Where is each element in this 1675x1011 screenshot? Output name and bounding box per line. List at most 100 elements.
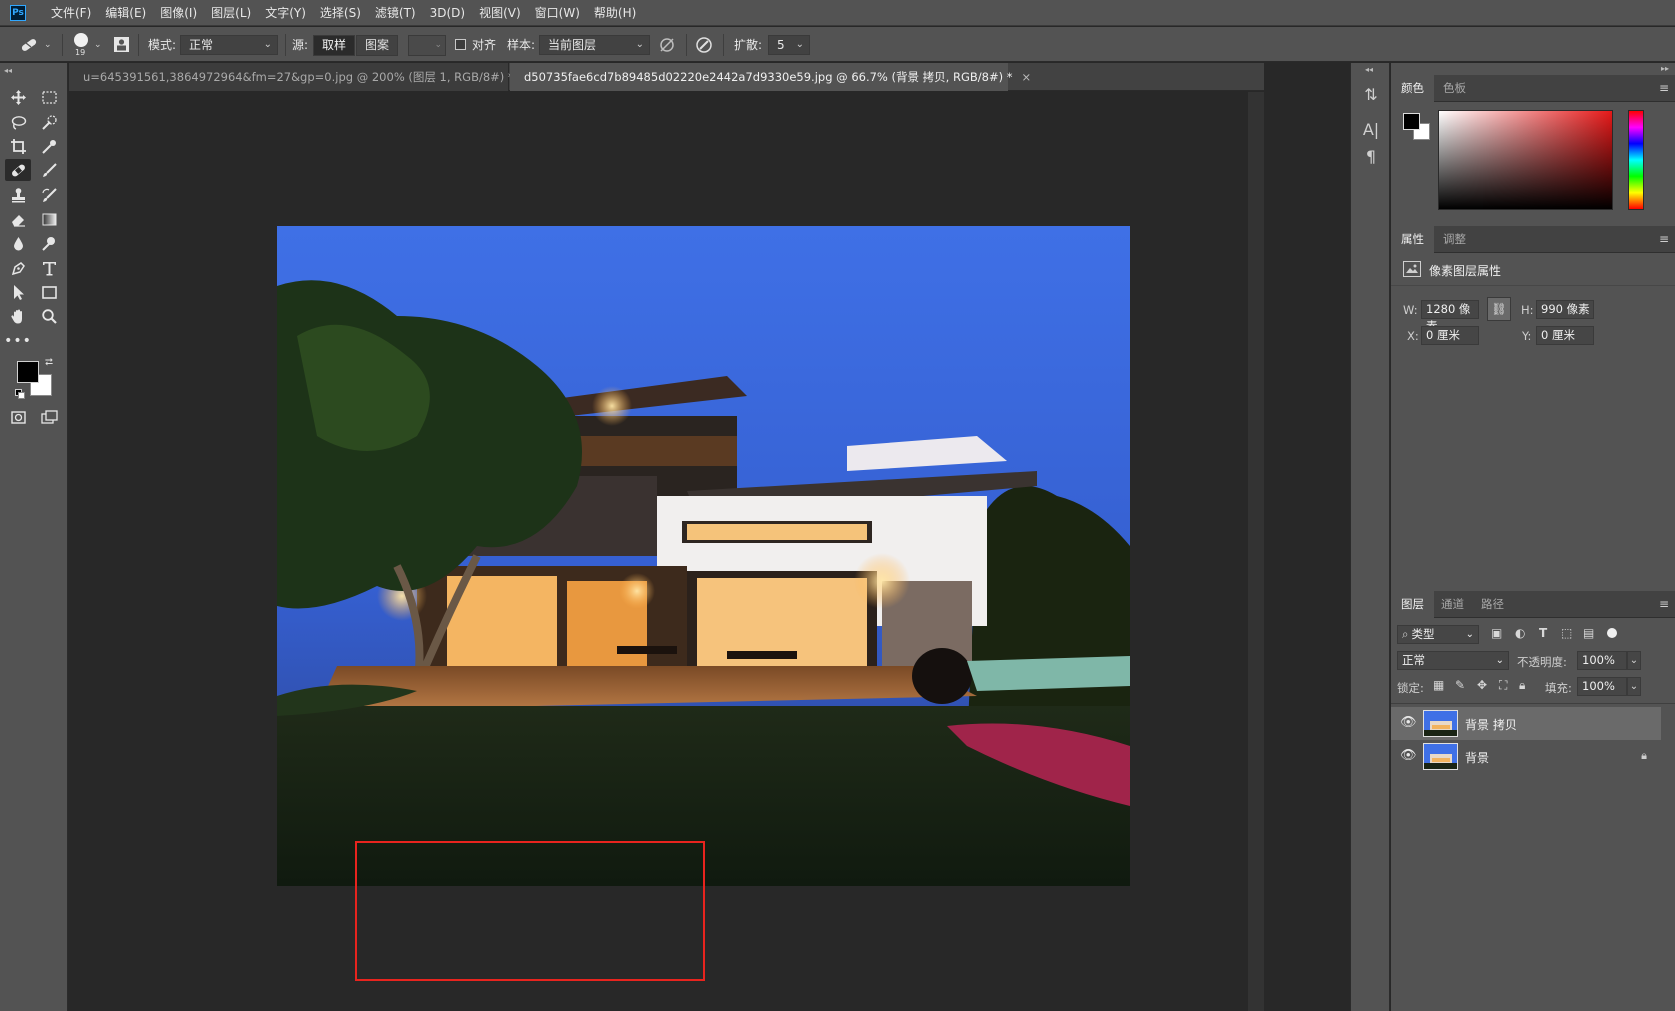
collapse-icon[interactable]: ◂◂	[1365, 65, 1373, 74]
expand-icon[interactable]: ▸▸	[1661, 64, 1669, 73]
filter-shape-icon[interactable]: ⬚	[1561, 626, 1572, 640]
width-field[interactable]: 1280 像素	[1421, 300, 1479, 333]
vertical-scrollbar[interactable]	[1248, 92, 1264, 1011]
document-image[interactable]	[277, 226, 1130, 886]
eye-icon[interactable]: 👁︎	[1400, 748, 1417, 763]
x-field[interactable]: 0 厘米	[1421, 326, 1479, 345]
lock-all-icon[interactable]: 🔒︎	[1519, 678, 1525, 693]
tab-properties[interactable]: 属性	[1391, 226, 1434, 253]
quick-mask-button[interactable]	[5, 406, 31, 428]
foreground-color-swatch[interactable]	[17, 361, 39, 383]
lock-paint-icon[interactable]: ✎	[1455, 678, 1465, 692]
quick-selection-tool[interactable]	[36, 111, 62, 133]
menu-layer[interactable]: 图层(L)	[204, 0, 258, 26]
eye-icon[interactable]: 👁︎	[1400, 715, 1417, 730]
height-field[interactable]: 990 像素	[1536, 300, 1594, 319]
y-field[interactable]: 0 厘米	[1536, 326, 1594, 345]
dodge-tool[interactable]	[36, 232, 62, 254]
menu-type[interactable]: 文字(Y)	[258, 0, 313, 26]
menu-view[interactable]: 视图(V)	[472, 0, 528, 26]
blur-tool[interactable]	[5, 232, 31, 254]
menu-select[interactable]: 选择(S)	[313, 0, 368, 26]
layer-row-background[interactable]: 👁︎ 背景 🔒︎	[1391, 740, 1661, 773]
menu-filter[interactable]: 滤镜(T)	[368, 0, 423, 26]
ignore-adjustment-layers-button[interactable]	[659, 27, 675, 62]
canvas-area[interactable]	[69, 92, 1264, 1011]
clone-source-panel-button[interactable]	[113, 27, 130, 62]
tab-swatches[interactable]: 色板	[1433, 75, 1476, 102]
panel-menu-icon[interactable]: ≡	[1659, 81, 1669, 95]
close-icon[interactable]: ×	[1021, 70, 1031, 84]
edit-toolbar-button[interactable]: •••	[4, 330, 31, 352]
opacity-field[interactable]: 100%	[1577, 651, 1627, 670]
collapse-icon[interactable]: ◂◂	[4, 66, 12, 75]
blend-mode-dropdown[interactable]: 正常 ⌄	[1397, 651, 1509, 670]
chevron-down-icon[interactable]: ⌄	[1627, 651, 1641, 670]
brush-tool[interactable]	[36, 159, 62, 181]
history-panel-icon[interactable]: ⇅	[1361, 85, 1381, 105]
layer-filter-dropdown[interactable]: ⌕ 类型 ⌄	[1397, 625, 1479, 644]
mode-dropdown[interactable]: 正常 ⌄	[180, 35, 278, 55]
filter-smart-object-icon[interactable]: ▤	[1583, 626, 1594, 640]
layer-row-background-copy[interactable]: 👁︎ 背景 拷贝	[1391, 707, 1661, 740]
color-picker-field[interactable]	[1438, 110, 1613, 210]
sample-dropdown[interactable]: 当前图层 ⌄	[539, 35, 650, 55]
default-colors-icon[interactable]	[15, 389, 25, 399]
document-tab-1[interactable]: u=645391561,3864972964&fm=27&gp=0.jpg @ …	[69, 63, 532, 91]
tool-preset-picker[interactable]: ⌄	[18, 27, 52, 62]
zoom-tool[interactable]	[36, 305, 62, 327]
pattern-picker[interactable]: ⌄	[408, 35, 446, 56]
tab-paths[interactable]: 路径	[1471, 591, 1514, 618]
menu-help[interactable]: 帮助(H)	[587, 0, 643, 26]
lock-artboard-icon[interactable]: ⛶	[1499, 678, 1507, 693]
crop-tool[interactable]	[5, 135, 31, 157]
document-tab-2[interactable]: d50735fae6cd7b89485d02220e2442a7d9330e59…	[510, 63, 1031, 91]
menu-file[interactable]: 文件(F)	[44, 0, 98, 26]
filter-pixel-icon[interactable]: ▣	[1491, 626, 1502, 640]
pen-tool[interactable]	[5, 257, 31, 279]
filter-toggle-icon[interactable]	[1607, 628, 1617, 638]
lock-position-icon[interactable]: ✥	[1477, 678, 1487, 692]
color-fg-swatch[interactable]	[1403, 113, 1420, 130]
eyedropper-tool[interactable]	[36, 135, 62, 157]
tab-color[interactable]: 颜色	[1391, 75, 1434, 102]
menu-window[interactable]: 窗口(W)	[528, 0, 587, 26]
eraser-tool[interactable]	[5, 208, 31, 230]
panel-menu-icon[interactable]: ≡	[1659, 232, 1669, 246]
chevron-down-icon[interactable]: ⌄	[1627, 677, 1641, 696]
aligned-checkbox-box[interactable]	[455, 39, 466, 50]
hue-slider[interactable]	[1628, 110, 1644, 210]
rectangular-marquee-tool[interactable]	[36, 86, 62, 108]
panel-menu-icon[interactable]: ≡	[1659, 597, 1669, 611]
lasso-tool[interactable]	[5, 111, 31, 133]
source-pattern-button[interactable]: 图案	[356, 35, 398, 56]
pressure-size-button[interactable]	[695, 27, 713, 62]
history-brush-tool[interactable]	[36, 184, 62, 206]
move-tool[interactable]	[5, 86, 31, 108]
type-tool[interactable]	[36, 257, 62, 279]
path-selection-tool[interactable]	[5, 281, 31, 303]
character-panel-icon[interactable]: A|	[1361, 120, 1381, 140]
menu-edit[interactable]: 编辑(E)	[98, 0, 153, 26]
aligned-checkbox[interactable]: 对齐	[455, 27, 496, 62]
source-sampled-button[interactable]: 取样	[313, 35, 355, 56]
swap-colors-icon[interactable]: ⮂	[45, 357, 53, 368]
lock-transparent-icon[interactable]: ▦	[1433, 678, 1444, 692]
screen-mode-button[interactable]	[36, 406, 62, 428]
hand-tool[interactable]	[5, 305, 31, 327]
tab-adjustments[interactable]: 调整	[1433, 226, 1476, 253]
menu-3d[interactable]: 3D(D)	[423, 0, 472, 26]
brush-picker[interactable]: 19 ⌄	[72, 27, 102, 62]
menu-image[interactable]: 图像(I)	[153, 0, 204, 26]
clone-stamp-tool[interactable]	[5, 184, 31, 206]
spot-healing-brush-tool[interactable]	[5, 159, 31, 181]
rectangle-tool[interactable]	[36, 281, 62, 303]
link-dimensions-icon[interactable]: ⛓	[1487, 297, 1511, 321]
diffusion-dropdown[interactable]: 5 ⌄	[768, 35, 810, 55]
filter-adjustment-icon[interactable]: ◐	[1515, 626, 1525, 640]
tab-layers[interactable]: 图层	[1391, 591, 1434, 618]
paragraph-panel-icon[interactable]: ¶	[1361, 147, 1381, 167]
gradient-tool[interactable]	[36, 208, 62, 230]
fill-field[interactable]: 100%	[1577, 677, 1627, 696]
tab-channels[interactable]: 通道	[1431, 591, 1474, 618]
